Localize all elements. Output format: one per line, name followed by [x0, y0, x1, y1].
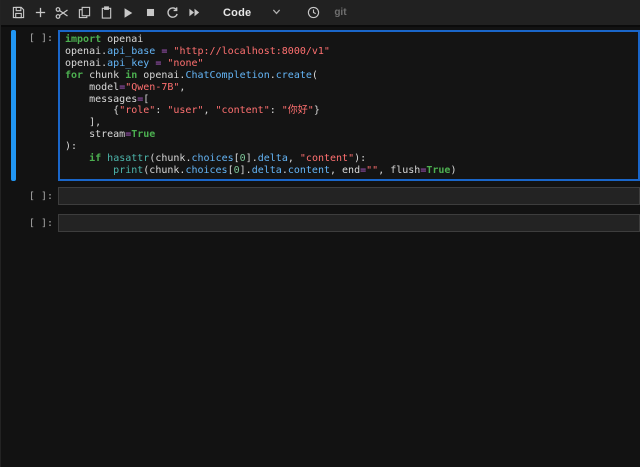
restart-kernel-button[interactable] — [161, 1, 183, 25]
code-cell-1: [ ]: import openai openai.api_base = "htt… — [11, 30, 640, 181]
add-cell-button[interactable] — [29, 1, 51, 25]
code-editor[interactable]: import openai openai.api_base = "http://l… — [58, 30, 640, 181]
plus-icon — [34, 6, 47, 19]
clipboard-icon — [100, 6, 113, 19]
clock-icon — [307, 6, 320, 19]
cell-prompt: [ ]: — [28, 217, 53, 229]
cell-type-label: Code — [223, 6, 252, 19]
scissors-icon — [55, 6, 69, 20]
git-label: git — [334, 7, 347, 18]
copy-icon — [78, 6, 91, 19]
code-editor-empty[interactable] — [58, 213, 640, 232]
cut-cells-button[interactable] — [51, 1, 73, 25]
code-editor-empty[interactable] — [58, 186, 640, 205]
code-cell-2: [ ]: — [11, 186, 640, 205]
run-cell-button[interactable] — [117, 1, 139, 25]
interrupt-kernel-button[interactable] — [139, 1, 161, 25]
fast-forward-icon — [188, 6, 201, 19]
play-icon — [122, 7, 134, 19]
cell-prompt: [ ]: — [28, 33, 53, 44]
jupyterlab-notebook: Code git [ ]: import openai openai.api_ba… — [0, 0, 640, 467]
notebook-toolbar: Code git — [1, 0, 640, 27]
restart-icon — [166, 6, 179, 19]
chevron-down-icon — [271, 4, 282, 22]
notebook-content: [ ]: import openai openai.api_base = "htt… — [1, 27, 640, 467]
cell-prompt: [ ]: — [28, 190, 53, 202]
restart-run-all-button[interactable] — [183, 1, 205, 25]
paste-cells-button[interactable] — [95, 1, 117, 25]
kernel-history-button[interactable] — [302, 1, 324, 25]
cell-type-dropdown[interactable]: Code — [219, 1, 286, 25]
code-cell-3: [ ]: — [11, 213, 640, 232]
save-icon — [12, 6, 25, 19]
stop-icon — [145, 7, 156, 18]
copy-cells-button[interactable] — [73, 1, 95, 25]
save-button[interactable] — [7, 1, 29, 25]
